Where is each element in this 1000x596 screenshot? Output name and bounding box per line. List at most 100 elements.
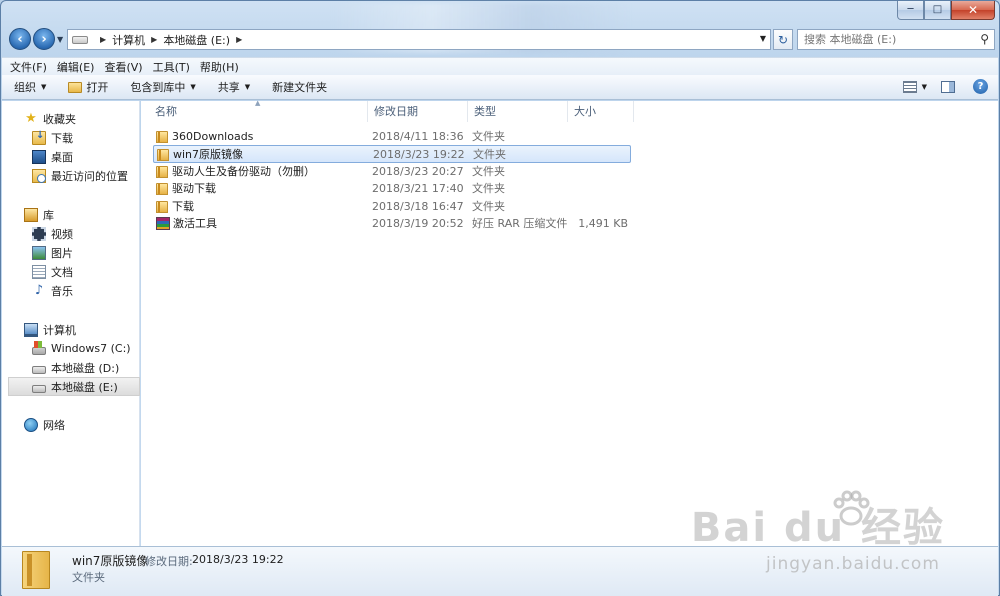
- nav-item-label: 最近访问的位置: [51, 169, 128, 183]
- refresh-button[interactable]: ↻: [773, 29, 793, 50]
- drive-icon: [72, 35, 88, 44]
- table-row[interactable]: 激活工具 2018/3/19 20:52 好压 RAR 压缩文件 1,491 K…: [153, 215, 631, 233]
- file-name: win7原版镜像: [173, 148, 244, 161]
- recent-pages-dropdown-icon[interactable]: ▼: [57, 35, 63, 44]
- share-button[interactable]: 共享 ▼: [218, 79, 250, 95]
- nav-item-label: 本地磁盘 (D:): [51, 361, 120, 375]
- recent-places-icon: [32, 168, 46, 183]
- nav-item-label: Windows7 (C:): [51, 342, 131, 355]
- organize-label: 组织: [14, 81, 36, 94]
- watermark-main: Bai du 经验: [690, 505, 945, 551]
- back-arrow-icon: ‹: [17, 31, 23, 47]
- address-bar[interactable]: ▶ 计算机 ▶ 本地磁盘 (E:) ▶ ▼: [67, 29, 771, 50]
- explorer-window: ─ □ ✕ ‹ › ▼ ▶ 计算机 ▶ 本地磁盘 (E:) ▶ ▼ ↻ ⚲ 文件…: [0, 0, 1000, 596]
- music-note-icon: ♪: [34, 282, 44, 298]
- file-name: 下载: [172, 200, 194, 213]
- breadcrumb-computer[interactable]: 计算机: [112, 32, 145, 48]
- nav-item-label: 本地磁盘 (E:): [51, 380, 118, 394]
- menu-edit[interactable]: 编辑(E): [57, 59, 95, 75]
- file-name-cell: 下载: [156, 198, 194, 215]
- breadcrumb-drive-e[interactable]: 本地磁盘 (E:): [163, 32, 230, 48]
- nav-computer-label: 计算机: [43, 323, 76, 337]
- command-bar: 组织 ▼ 打开 包含到库中 ▼ 共享 ▼ 新建文件夹 ▼ ?: [2, 75, 998, 100]
- file-type: 文件夹: [472, 165, 505, 178]
- table-row[interactable]: 下载 2018/3/18 16:47 文件夹: [153, 198, 631, 216]
- menu-view[interactable]: 查看(V): [104, 59, 142, 75]
- menu-bar: 文件(F) 编辑(E) 查看(V) 工具(T) 帮助(H): [2, 57, 998, 75]
- view-options-icon[interactable]: [902, 80, 917, 93]
- details-name: win7原版镜像: [72, 554, 149, 568]
- menu-help[interactable]: 帮助(H): [200, 59, 239, 75]
- folder-icon: [156, 130, 168, 143]
- watermark-sub: jingyan.baidu.com: [766, 554, 940, 574]
- view-controls: ▼ ?: [902, 79, 988, 94]
- breadcrumb-separator-icon[interactable]: ▶: [100, 35, 106, 44]
- column-type[interactable]: 类型: [468, 101, 568, 122]
- downloads-folder-icon: [32, 130, 46, 145]
- include-in-library-button[interactable]: 包含到库中 ▼: [130, 79, 195, 95]
- nav-network-label: 网络: [43, 418, 65, 432]
- breadcrumb-separator-icon[interactable]: ▶: [151, 35, 157, 44]
- share-label: 共享: [217, 81, 240, 94]
- file-name-cell: 360Downloads: [156, 128, 253, 145]
- breadcrumb-separator-icon[interactable]: ▶: [236, 35, 242, 44]
- nav-libraries-label: 库: [43, 208, 54, 222]
- search-input[interactable]: [798, 30, 968, 49]
- open-label: 打开: [86, 81, 109, 94]
- nav-favorites-label: 收藏夹: [43, 112, 76, 126]
- file-name: 驱动下载: [172, 182, 216, 195]
- search-icon[interactable]: ⚲: [980, 32, 989, 46]
- table-row[interactable]: 驱动下载 2018/3/21 17:40 文件夹: [153, 180, 631, 198]
- document-icon: [32, 264, 46, 279]
- minimize-button[interactable]: ─: [897, 1, 924, 20]
- drive-icon: [32, 384, 46, 393]
- chevron-down-icon: ▼: [41, 83, 47, 91]
- column-header: ▲ 名称 修改日期 类型 大小: [141, 99, 998, 122]
- large-folder-icon: [22, 551, 50, 589]
- address-row: ‹ › ▼ ▶ 计算机 ▶ 本地磁盘 (E:) ▶ ▼ ↻ ⚲: [7, 27, 995, 53]
- windows-drive-icon: [32, 341, 46, 355]
- close-button[interactable]: ✕: [951, 1, 995, 20]
- folder-icon: [157, 148, 169, 161]
- close-icon: ✕: [967, 3, 979, 17]
- new-folder-button[interactable]: 新建文件夹: [272, 79, 327, 95]
- file-name: 激活工具: [173, 217, 217, 230]
- nav-item-label: 下载: [51, 131, 73, 145]
- column-name[interactable]: 名称: [149, 101, 368, 122]
- maximize-button[interactable]: □: [924, 1, 951, 20]
- organize-button[interactable]: 组织 ▼: [14, 79, 46, 95]
- file-name: 驱动人生及备份驱动（勿删）: [172, 165, 315, 178]
- folder-icon: [156, 165, 168, 178]
- file-type: 好压 RAR 压缩文件: [472, 217, 568, 230]
- table-row[interactable]: 驱动人生及备份驱动（勿删） 2018/3/23 20:27 文件夹: [153, 163, 631, 181]
- nav-item-label: 桌面: [51, 150, 73, 164]
- open-folder-icon: [68, 81, 83, 93]
- menu-file[interactable]: 文件(F): [10, 59, 47, 75]
- view-dropdown-icon[interactable]: ▼: [922, 83, 927, 91]
- file-name-cell: 驱动人生及备份驱动（勿删）: [156, 163, 315, 180]
- new-folder-label: 新建文件夹: [272, 81, 328, 94]
- nav-item-drive-e[interactable]: 本地磁盘 (E:): [8, 377, 140, 396]
- video-icon: [32, 226, 46, 241]
- forward-arrow-icon: ›: [41, 31, 47, 47]
- open-button[interactable]: 打开: [68, 79, 108, 95]
- search-box[interactable]: ⚲: [797, 29, 995, 50]
- table-row[interactable]: win7原版镜像 2018/3/23 19:22 文件夹: [153, 145, 631, 163]
- help-icon[interactable]: ?: [973, 79, 988, 94]
- preview-pane-icon[interactable]: [941, 80, 955, 93]
- file-date: 2018/3/21 17:40: [372, 182, 464, 195]
- table-row[interactable]: 360Downloads 2018/4/11 18:36 文件夹: [153, 128, 631, 146]
- file-date: 2018/4/11 18:36: [372, 130, 464, 143]
- chevron-down-icon: ▼: [244, 83, 251, 91]
- menu-tools[interactable]: 工具(T): [153, 59, 190, 75]
- caption-buttons: ─ □ ✕: [897, 1, 995, 20]
- nav-item-label: 音乐: [51, 284, 73, 298]
- file-type: 文件夹: [472, 130, 505, 143]
- back-button[interactable]: ‹: [9, 28, 31, 50]
- folder-icon: [156, 182, 168, 195]
- address-dropdown-icon[interactable]: ▼: [760, 34, 766, 43]
- nav-item-label: 文档: [51, 265, 73, 279]
- column-size[interactable]: 大小: [568, 101, 634, 122]
- column-date-modified[interactable]: 修改日期: [368, 101, 468, 122]
- forward-button[interactable]: ›: [33, 28, 55, 50]
